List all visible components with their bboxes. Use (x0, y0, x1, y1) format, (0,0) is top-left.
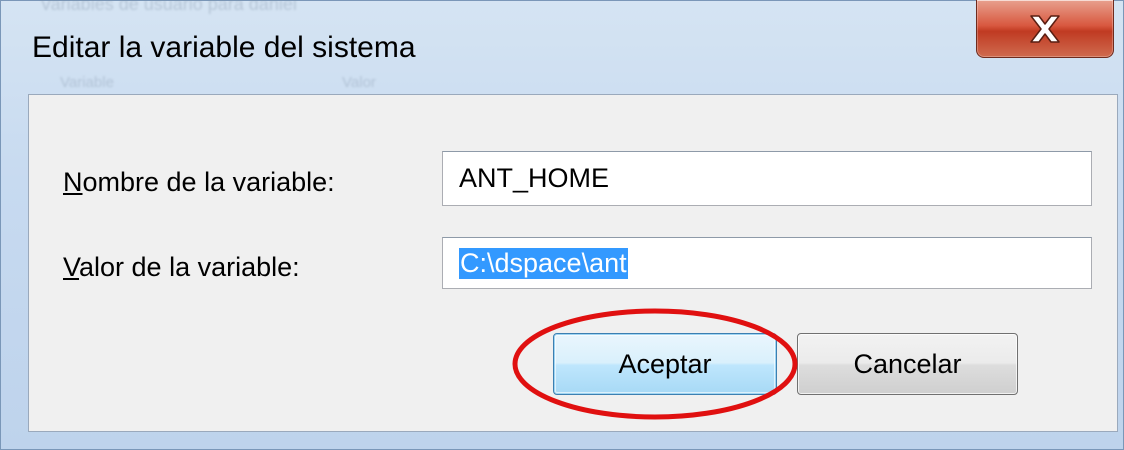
window-title: Editar la variable del sistema (32, 31, 416, 64)
variable-name-field[interactable]: ANT_HOME (442, 151, 1092, 206)
close-icon (1025, 12, 1065, 46)
cancel-button[interactable]: Cancelar (797, 333, 1018, 395)
edit-system-variable-dialog: Variables de usuario para daniel Variabl… (0, 0, 1124, 450)
variable-name-value: ANT_HOME (459, 163, 610, 193)
variable-value-label: Valor de la variable: (63, 252, 300, 282)
close-button[interactable] (976, 0, 1114, 58)
variable-name-label: Nombre de la variable: (63, 167, 335, 197)
dialog-body: Nombre de la variable: ANT_HOME Valor de… (28, 94, 1118, 432)
variable-value-field[interactable]: C:\dspace\ant (442, 237, 1092, 289)
title-bar[interactable]: Editar la variable del sistema (0, 0, 1124, 90)
accept-button[interactable]: Aceptar (553, 333, 777, 395)
variable-value-selected-text: C:\dspace\ant (459, 247, 628, 279)
